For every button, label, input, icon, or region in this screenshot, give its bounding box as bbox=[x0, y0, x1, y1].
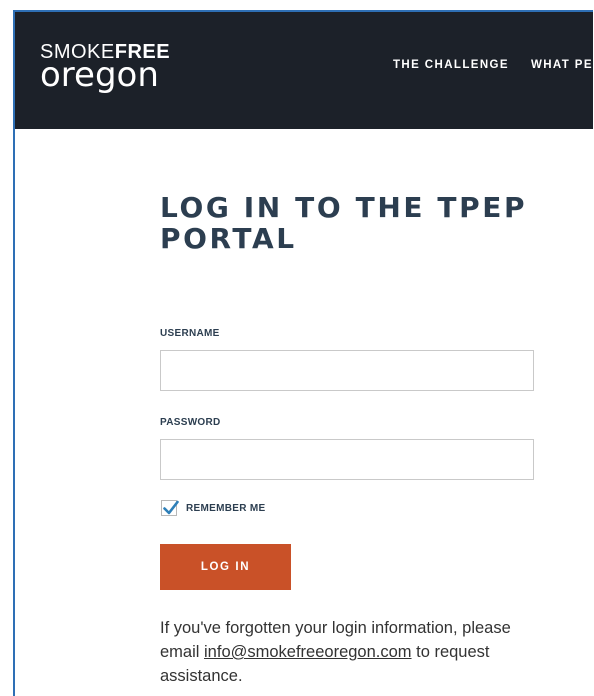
main-navigation: THE CHALLENGE WHAT PEC bbox=[393, 59, 593, 71]
remember-me-label: REMEMBER ME bbox=[186, 502, 266, 514]
browser-frame: SMOKEFREE oregon THE CHALLENGE WHAT PEC … bbox=[13, 10, 593, 696]
password-input[interactable] bbox=[160, 439, 534, 480]
page-title: LOG IN TO THE TPEP PORTAL bbox=[160, 191, 528, 255]
nav-item-what-people[interactable]: WHAT PEC bbox=[531, 59, 593, 71]
support-email-link[interactable]: info@smokefreeoregon.com bbox=[204, 643, 412, 661]
logo-oregon-text: oregon bbox=[40, 55, 159, 95]
username-input[interactable] bbox=[160, 350, 534, 391]
remember-me-checkbox[interactable] bbox=[161, 500, 179, 516]
login-content: LOG IN TO THE TPEP PORTAL bbox=[160, 192, 540, 254]
site-header: SMOKEFREE oregon THE CHALLENGE WHAT PEC bbox=[15, 12, 593, 129]
nav-item-the-challenge[interactable]: THE CHALLENGE bbox=[393, 59, 509, 71]
username-label: USERNAME bbox=[160, 328, 220, 339]
login-button[interactable]: LOG IN bbox=[160, 544, 291, 590]
smokefree-oregon-logo[interactable]: SMOKE FREE oregon bbox=[40, 42, 170, 95]
help-text: If you've forgotten your login informati… bbox=[160, 616, 540, 688]
remember-me-row: REMEMBER ME bbox=[161, 500, 265, 516]
password-label: PASSWORD bbox=[160, 417, 221, 428]
checkmark-icon bbox=[163, 500, 179, 515]
